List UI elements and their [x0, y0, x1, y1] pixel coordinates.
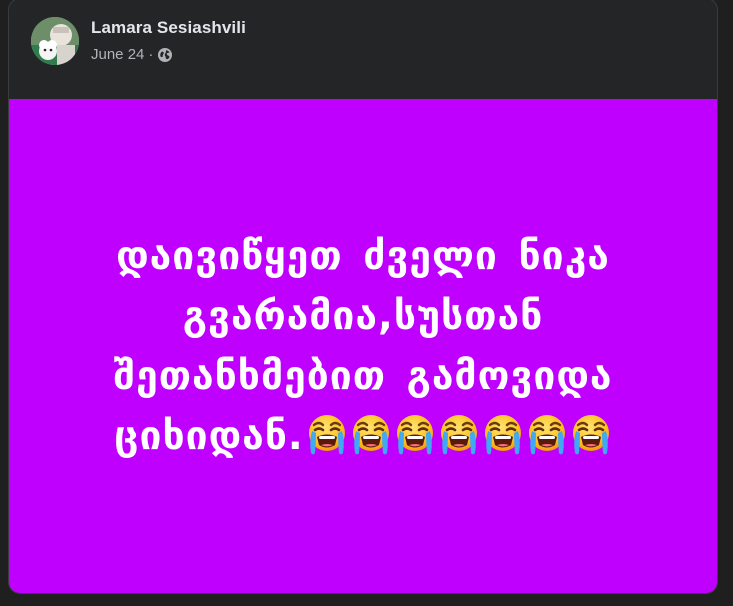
post-body: დაივიწყეთ ძველი ნიკა გვარამია,სუსთან შეთ…: [9, 99, 717, 593]
avatar[interactable]: [31, 17, 79, 65]
post-header: Lamara Sesiashvili June 24 ·: [9, 0, 717, 99]
meta-separator: ·: [148, 46, 154, 63]
globe-icon[interactable]: [157, 47, 173, 63]
emoji-row: [304, 414, 612, 459]
loudly-crying-face-icon: [306, 413, 348, 457]
post-card: Lamara Sesiashvili June 24 · დაივიწყეთ ძ…: [8, 0, 718, 594]
loudly-crying-face-icon: [350, 413, 392, 457]
post-meta: June 24 ·: [91, 46, 173, 63]
loudly-crying-face-icon: [438, 413, 480, 457]
post-text: დაივიწყეთ ძველი ნიკა გვარამია,სუსთან შეთ…: [53, 227, 673, 467]
loudly-crying-face-icon: [394, 413, 436, 457]
author-name[interactable]: Lamara Sesiashvili: [91, 18, 246, 38]
post-date[interactable]: June 24: [91, 46, 144, 63]
loudly-crying-face-icon: [526, 413, 568, 457]
loudly-crying-face-icon: [482, 413, 524, 457]
loudly-crying-face-icon: [570, 413, 612, 457]
avatar-photo: [31, 17, 79, 65]
